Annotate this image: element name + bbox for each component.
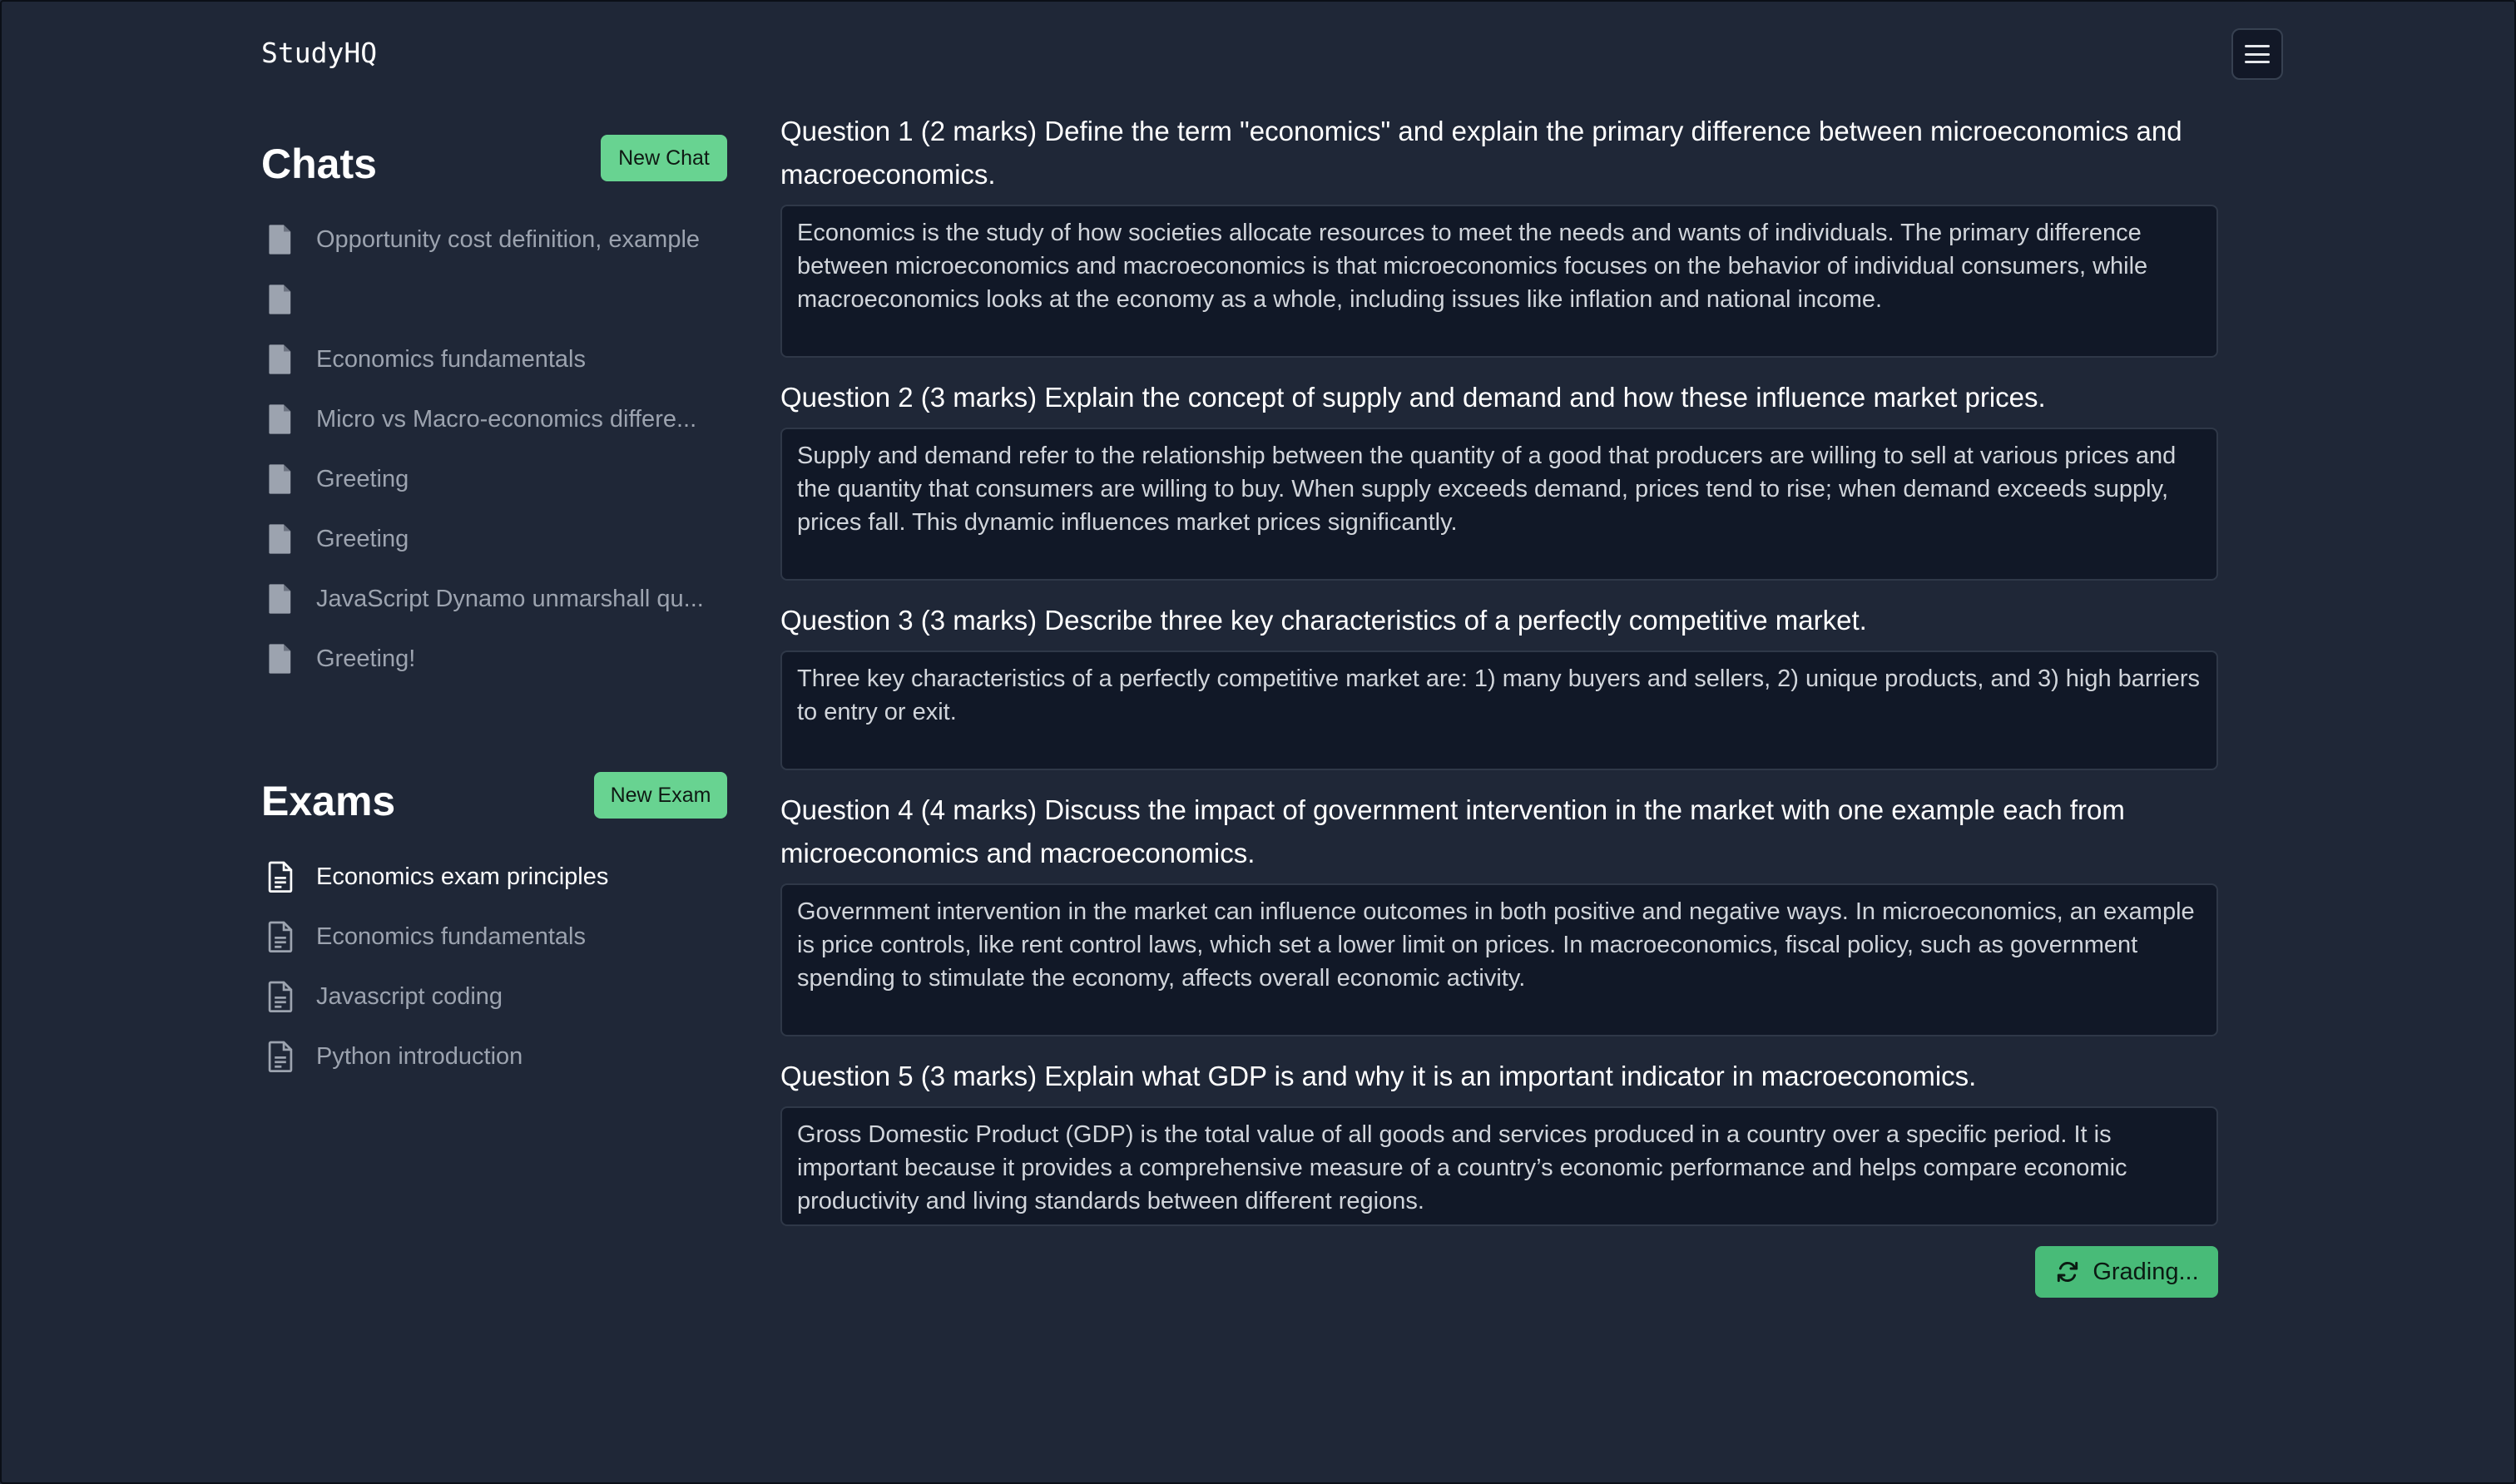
chat-item-label: Greeting <box>316 465 409 492</box>
new-chat-button[interactable]: New Chat <box>601 135 727 181</box>
chat-item-label: Opportunity cost definition, example <box>316 225 701 253</box>
file-filled-icon <box>269 644 291 674</box>
refresh-icon <box>2058 1261 2078 1283</box>
chats-list: Opportunity cost definition, example Eco… <box>266 210 704 689</box>
answer-field[interactable]: Government intervention in the market ca… <box>780 883 2218 1036</box>
question-block: Question 1 (2 marks) Define the term "ec… <box>780 110 2218 358</box>
chat-item-label: Greeting! <box>316 645 416 672</box>
exams-heading: Exams <box>261 778 396 824</box>
question-title: Question 2 (3 marks) Explain the concept… <box>780 382 2046 413</box>
file-filled-icon <box>269 225 291 255</box>
exam-item-active[interactable]: Economics exam principles <box>266 847 608 907</box>
brand-logo[interactable]: StudyHQ <box>261 37 377 69</box>
exam-item-label: Economics exam principles <box>316 863 609 890</box>
app-window: StudyHQ Chats New Chat Opportunity cost … <box>0 0 2516 1484</box>
chat-item[interactable]: Greeting! <box>266 629 704 689</box>
chat-item[interactable]: Micro vs Macro-economics differe... <box>266 389 704 449</box>
chat-item-label: JavaScript Dynamo unmarshall qu... <box>316 585 704 612</box>
answer-field[interactable]: Three key characteristics of a perfectly… <box>780 650 2218 770</box>
question-block: Question 4 (4 marks) Discuss the impact … <box>780 789 2218 1036</box>
answer-field[interactable]: Gross Domestic Product (GDP) is the tota… <box>780 1106 2218 1226</box>
question-title: Question 1 (2 marks) Define the term "ec… <box>780 116 2182 190</box>
question-block: Question 5 (3 marks) Explain what GDP is… <box>780 1055 2218 1226</box>
question-title: Question 5 (3 marks) Explain what GDP is… <box>780 1061 1977 1091</box>
exam-item[interactable]: Economics fundamentals <box>266 907 608 967</box>
answer-field[interactable]: Supply and demand refer to the relations… <box>780 428 2218 581</box>
chat-item[interactable]: Opportunity cost definition, example <box>266 210 704 270</box>
file-filled-icon <box>269 464 291 494</box>
exam-item-label: Economics fundamentals <box>316 923 586 950</box>
menu-button[interactable] <box>2231 28 2283 80</box>
question-block: Question 2 (3 marks) Explain the concept… <box>780 376 2218 581</box>
file-filled-icon <box>269 404 291 434</box>
file-outline-icon <box>268 981 293 1012</box>
exam-questions: Question 1 (2 marks) Define the term "ec… <box>780 110 2218 1244</box>
grading-button[interactable]: Grading... <box>2035 1246 2218 1298</box>
hamburger-menu-icon <box>2245 45 2270 63</box>
grading-button-label: Grading... <box>2093 1258 2199 1285</box>
file-filled-icon <box>269 284 291 314</box>
exams-list: Economics exam principles Economics fund… <box>266 847 608 1086</box>
chat-item[interactable]: Greeting <box>266 509 704 569</box>
answer-field[interactable]: Economics is the study of how societies … <box>780 205 2218 358</box>
chat-item-label: Micro vs Macro-economics differe... <box>316 405 697 433</box>
exam-item-label: Javascript coding <box>316 982 503 1010</box>
question-title: Question 4 (4 marks) Discuss the impact … <box>780 794 2125 868</box>
chat-item-label: Economics fundamentals <box>316 345 586 373</box>
chat-item[interactable] <box>266 270 704 329</box>
chat-item[interactable]: Greeting <box>266 449 704 509</box>
question-block: Question 3 (3 marks) Describe three key … <box>780 599 2218 770</box>
exam-item[interactable]: Javascript coding <box>266 967 608 1026</box>
file-outline-icon <box>268 861 293 893</box>
file-outline-icon <box>268 921 293 952</box>
question-title: Question 3 (3 marks) Describe three key … <box>780 605 1867 636</box>
file-filled-icon <box>269 584 291 614</box>
file-filled-icon <box>269 344 291 374</box>
chats-heading: Chats <box>261 141 377 187</box>
chat-item[interactable]: JavaScript Dynamo unmarshall qu... <box>266 569 704 629</box>
chat-item[interactable]: Economics fundamentals <box>266 329 704 389</box>
exam-item-label: Python introduction <box>316 1042 523 1070</box>
file-filled-icon <box>269 524 291 554</box>
exam-item[interactable]: Python introduction <box>266 1026 608 1086</box>
chat-item-label: Greeting <box>316 525 409 552</box>
file-outline-icon <box>268 1041 293 1072</box>
new-exam-button[interactable]: New Exam <box>594 772 727 819</box>
